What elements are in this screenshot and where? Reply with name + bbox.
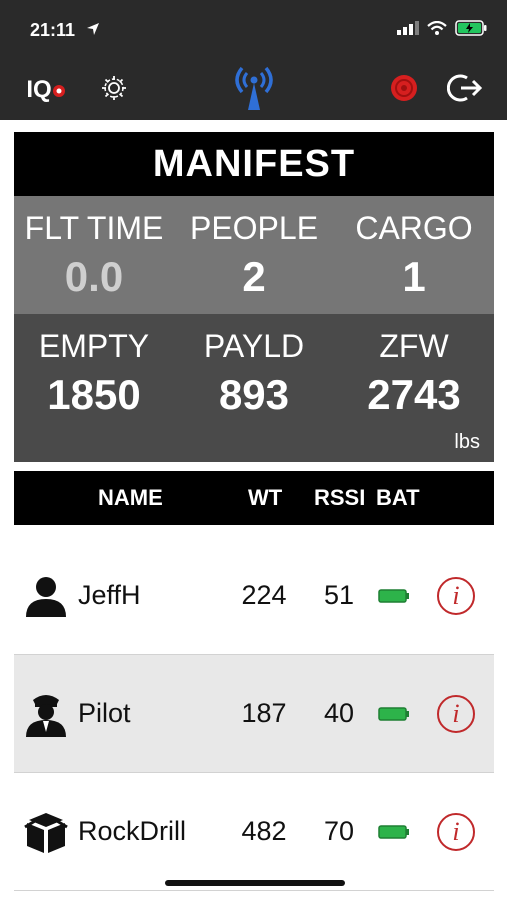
connection-button[interactable] xyxy=(228,62,280,116)
settings-button[interactable] xyxy=(96,68,132,112)
battery-full-icon xyxy=(374,655,414,772)
row-rssi: 70 xyxy=(323,816,355,846)
status-indicators xyxy=(397,20,487,41)
logo-text: IQ xyxy=(26,76,52,103)
list-header: NAME WT RSSI BAT xyxy=(14,471,494,525)
row-name: Pilot xyxy=(78,698,131,728)
gear-icon xyxy=(100,74,128,107)
row-weight: 187 xyxy=(241,698,287,728)
empty-stat: EMPTY 1850 xyxy=(14,314,174,462)
manifest-stats-weights: EMPTY 1850 PAYLD 893 ZFW 2743 lbs xyxy=(14,314,494,462)
row-weight: 482 xyxy=(241,816,287,846)
antenna-icon xyxy=(230,62,278,117)
payld-value: 893 xyxy=(218,371,290,418)
cargo-value: 1 xyxy=(402,253,426,300)
zfw-label: ZFW xyxy=(379,328,449,364)
row-name: RockDrill xyxy=(78,816,186,846)
battery-full-icon xyxy=(374,537,414,654)
signal-icon xyxy=(397,21,419,40)
list-item[interactable]: RockDrill 482 70 i xyxy=(14,773,494,891)
manifest-stats-top: FLT TIME 0.0 PEOPLE 2 CARGO 1 xyxy=(14,196,494,314)
top-bar: 21:11 IQ xyxy=(0,0,507,120)
person-icon xyxy=(22,537,70,654)
info-icon: i xyxy=(437,812,475,851)
alert-icon xyxy=(389,73,419,108)
flt-time-label: FLT TIME xyxy=(24,210,164,246)
home-indicator[interactable] xyxy=(165,880,345,886)
alert-button[interactable] xyxy=(386,68,422,112)
payld-stat: PAYLD 893 xyxy=(174,314,334,462)
logo-button[interactable]: IQ xyxy=(22,68,70,112)
info-button[interactable]: i xyxy=(434,537,478,654)
row-name: JeffH xyxy=(78,580,141,610)
pilot-icon xyxy=(22,655,70,772)
people-stat: PEOPLE 2 xyxy=(174,196,334,314)
wifi-icon xyxy=(427,20,447,40)
battery-status-icon xyxy=(455,20,487,41)
row-weight: 224 xyxy=(241,580,287,610)
empty-value: 1850 xyxy=(47,371,141,418)
list-item[interactable]: Pilot 187 40 i xyxy=(14,655,494,773)
header-rssi: RSSI xyxy=(314,485,366,510)
people-label: PEOPLE xyxy=(189,210,319,246)
battery-full-icon xyxy=(374,773,414,890)
info-button[interactable]: i xyxy=(434,773,478,890)
zfw-value: 2743 xyxy=(367,371,461,418)
location-arrow-icon xyxy=(86,22,100,41)
people-value: 2 xyxy=(242,253,266,300)
manifest-title: MANIFEST xyxy=(14,132,494,196)
header-wt: WT xyxy=(248,485,283,510)
logout-button[interactable] xyxy=(444,68,486,112)
row-rssi: 51 xyxy=(323,580,355,610)
empty-label: EMPTY xyxy=(38,328,150,364)
logout-icon xyxy=(446,72,483,109)
header-name: NAME xyxy=(98,485,163,510)
cargo-stat: CARGO 1 xyxy=(334,196,494,314)
payld-label: PAYLD xyxy=(203,328,305,364)
weight-units: lbs xyxy=(454,431,480,453)
toolbar: IQ xyxy=(0,58,507,120)
logo-icon: IQ xyxy=(26,76,65,104)
info-icon: i xyxy=(437,576,475,615)
flt-time-stat: FLT TIME 0.0 xyxy=(14,196,174,314)
manifest-panel: MANIFEST FLT TIME 0.0 PEOPLE 2 CARGO 1 E… xyxy=(14,132,494,462)
flt-time-value: 0.0 xyxy=(64,253,124,300)
cargo-boxes-icon xyxy=(22,773,70,890)
list-item[interactable]: JeffH 224 51 i xyxy=(14,537,494,655)
status-time: 21:11 xyxy=(30,20,76,40)
info-icon: i xyxy=(437,694,475,733)
info-button[interactable]: i xyxy=(434,655,478,772)
cargo-label: CARGO xyxy=(355,210,473,246)
header-bat: BAT xyxy=(376,485,420,510)
row-rssi: 40 xyxy=(323,698,355,728)
